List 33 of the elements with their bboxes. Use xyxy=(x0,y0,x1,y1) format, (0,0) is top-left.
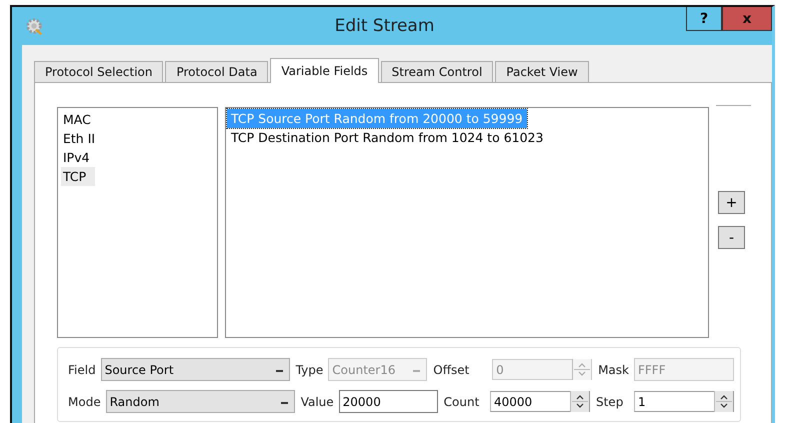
list-item[interactable]: TCP xyxy=(61,167,95,186)
tab[interactable]: Stream Control xyxy=(380,61,494,82)
caret-icon xyxy=(413,368,420,372)
tab[interactable]: Packet View xyxy=(495,61,589,82)
field-label: Mask xyxy=(598,362,629,376)
field-label: Type xyxy=(296,362,324,376)
add-button[interactable]: + xyxy=(718,191,745,214)
tab[interactable]: Protocol Data xyxy=(165,61,268,82)
gear-icon xyxy=(25,17,43,35)
spin-arrows-icon[interactable] xyxy=(570,391,589,412)
caret-icon xyxy=(276,368,283,372)
spin-arrows-icon[interactable] xyxy=(714,391,733,412)
spin-box[interactable]: 1 xyxy=(634,391,734,412)
list-item[interactable]: IPv4 xyxy=(61,148,92,167)
window-title: Edit Stream xyxy=(334,16,436,36)
list-item[interactable]: TCP Destination Port Random from 1024 to 61023 xyxy=(227,128,548,147)
field-label: Offset xyxy=(433,362,470,376)
spin-box[interactable]: 40000 xyxy=(490,391,590,412)
field-label: Step xyxy=(596,394,624,408)
field-label: Value xyxy=(300,394,334,408)
field-label: Mode xyxy=(68,394,101,408)
remove-button[interactable]: - xyxy=(718,226,745,249)
tab[interactable]: Protocol Selection xyxy=(34,61,164,82)
input-field[interactable]: 20000 xyxy=(338,390,438,413)
dropdown[interactable]: Random xyxy=(106,390,295,413)
field-label: Count xyxy=(444,394,480,408)
dropdown[interactable]: Source Port xyxy=(100,358,290,381)
caret-icon xyxy=(280,400,288,404)
list-item[interactable]: Eth II xyxy=(61,129,98,148)
close-button[interactable]: x xyxy=(722,7,772,31)
tab[interactable]: Variable Fields xyxy=(270,58,379,83)
list-item[interactable]: MAC xyxy=(61,110,93,129)
field-label: Field xyxy=(68,362,96,376)
